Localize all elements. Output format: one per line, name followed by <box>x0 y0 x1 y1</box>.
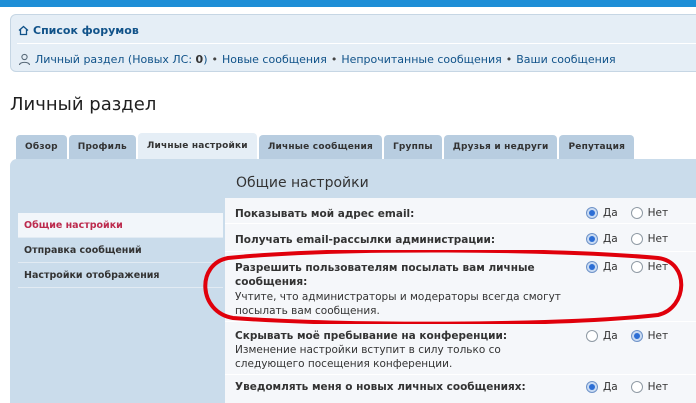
side-item-display[interactable]: Настройки отображения <box>18 263 223 288</box>
nav-separator: • <box>505 53 513 66</box>
radio-no-label: Нет <box>647 261 669 273</box>
setting-description: Изменение настройки вступит в силу тольк… <box>235 344 501 370</box>
your-posts-link[interactable]: Ваши сообщения <box>516 53 615 66</box>
forum-list-link[interactable]: Список форумов <box>18 24 139 37</box>
side-item-general-settings[interactable]: Общие настройки <box>18 213 223 238</box>
tab-groups[interactable]: Группы <box>383 135 442 159</box>
setting-row-admin-email: Получать email-рассылки администрации: Д… <box>225 224 696 252</box>
setting-row-notify-pm: Уведомлять меня о новых личных сообщения… <box>225 375 696 403</box>
tab-private-messages[interactable]: Личные сообщения <box>258 135 382 159</box>
setting-label: Уведомлять меня о новых личных сообщения… <box>235 381 526 393</box>
side-item-posting[interactable]: Отправка сообщений <box>18 238 223 263</box>
unread-posts-link[interactable]: Непрочитанные сообщения <box>341 53 501 66</box>
radio-no-label: Нет <box>647 381 669 393</box>
radio-no[interactable] <box>630 207 643 219</box>
radio-yes[interactable] <box>586 261 598 273</box>
new-posts-link[interactable]: Новые сообщения <box>222 53 327 66</box>
radio-no[interactable] <box>630 330 643 342</box>
setting-label: Показывать мой адрес email: <box>235 208 415 220</box>
side-menu: Общие настройки Отправка сообщений Настр… <box>18 213 223 288</box>
nav-divider <box>17 43 696 44</box>
radio-yes[interactable] <box>586 381 598 393</box>
radio-yes-label: Да <box>603 261 618 273</box>
radio-yes[interactable] <box>586 207 598 219</box>
tab-profile[interactable]: Профиль <box>68 135 136 159</box>
radio-no[interactable] <box>630 261 643 273</box>
radio-no[interactable] <box>630 233 643 245</box>
radio-group: Да Нет <box>586 330 681 342</box>
nav-separator: • <box>330 53 338 66</box>
forum-list-label: Список форумов <box>33 24 139 37</box>
user-icon <box>18 53 31 66</box>
radio-yes[interactable] <box>586 233 598 245</box>
radio-yes[interactable] <box>586 330 598 342</box>
tab-friends-foes[interactable]: Друзья и недруги <box>443 135 558 159</box>
radio-yes-label: Да <box>603 233 618 245</box>
radio-no-label: Нет <box>647 207 669 219</box>
tab-personal-settings[interactable]: Личные настройки <box>137 133 257 159</box>
section-title: Общие настройки <box>236 175 369 191</box>
top-accent-bar <box>0 0 696 7</box>
ucp-link[interactable]: Личный раздел (Новых ЛС: 0) <box>35 53 208 66</box>
radio-group: Да Нет <box>586 233 681 245</box>
home-icon <box>18 25 29 36</box>
nav-separator: • <box>211 53 219 66</box>
setting-row-show-email: Показывать мой адрес email: Да Нет <box>225 198 696 224</box>
setting-label: Скрывать моё пребывание на конференции: <box>235 330 508 342</box>
ucp-link-label: Личный раздел (Новых ЛС: <box>35 53 196 66</box>
tab-overview[interactable]: Обзор <box>16 135 67 159</box>
radio-no[interactable] <box>630 381 643 393</box>
ucp-links: Личный раздел (Новых ЛС: 0) • Новые сооб… <box>18 53 616 66</box>
setting-label: Получать email-рассылки администрации: <box>235 234 496 246</box>
setting-description: Учтите, что администраторы и модераторы … <box>235 291 561 317</box>
radio-no-label: Нет <box>647 233 669 245</box>
setting-row-allow-pm: Разрешить пользователям посылать вам лич… <box>225 252 696 322</box>
radio-yes-label: Да <box>603 381 618 393</box>
ucp-tabs: Обзор Профиль Личные настройки Личные со… <box>16 133 635 159</box>
navigation-box: Список форумов Личный раздел (Новых ЛС: … <box>10 14 696 72</box>
radio-yes-label: Да <box>603 330 618 342</box>
ucp-link-end: ) <box>203 53 208 66</box>
tab-reputation[interactable]: Репутация <box>559 135 635 159</box>
page-title: Личный раздел <box>10 94 157 115</box>
setting-row-hide-online: Скрывать моё пребывание на конференции: … <box>225 322 696 375</box>
radio-no-label: Нет <box>647 330 669 342</box>
settings-content: Показывать мой адрес email: Да Нет Получ… <box>225 198 696 403</box>
radio-yes-label: Да <box>603 207 618 219</box>
radio-group: Да Нет <box>586 381 681 393</box>
radio-group: Да Нет <box>586 261 681 273</box>
setting-label: Разрешить пользователям посылать вам лич… <box>235 262 535 288</box>
radio-group: Да Нет <box>586 207 681 219</box>
